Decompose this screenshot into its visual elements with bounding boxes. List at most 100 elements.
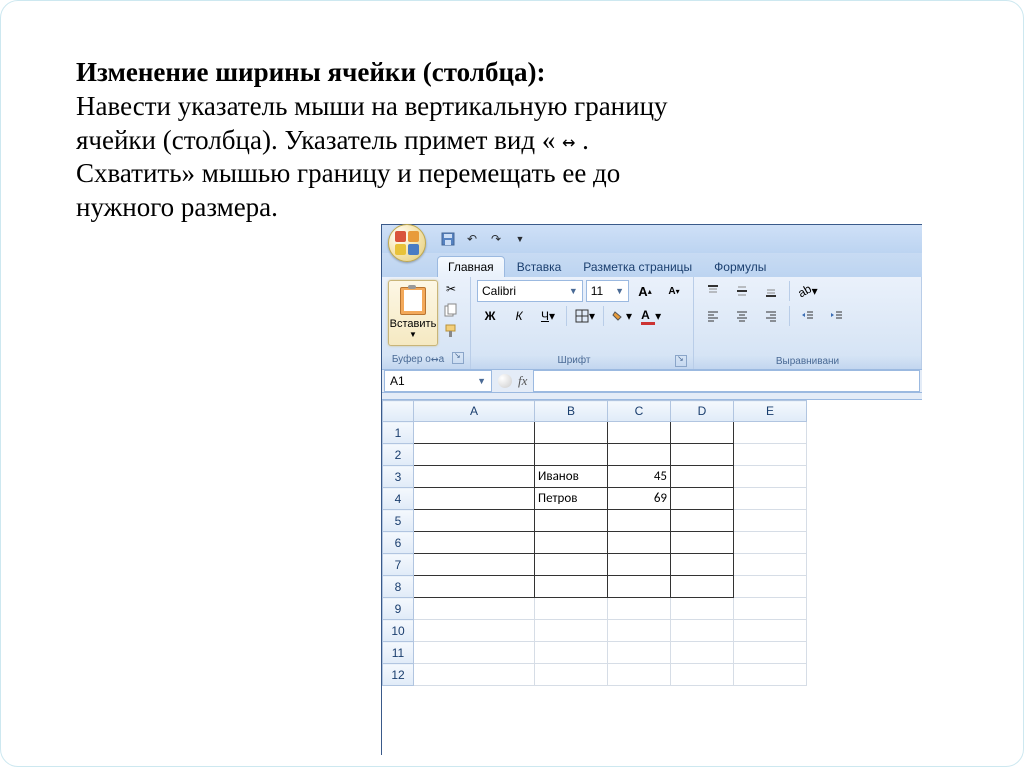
cell[interactable]: [671, 598, 734, 620]
cell-c4[interactable]: 69: [608, 488, 671, 510]
row-header[interactable]: 6: [383, 532, 414, 554]
cell[interactable]: [608, 598, 671, 620]
row-header[interactable]: 4: [383, 488, 414, 510]
save-icon[interactable]: [440, 231, 456, 247]
cell[interactable]: [734, 532, 807, 554]
row-header[interactable]: 9: [383, 598, 414, 620]
row-header[interactable]: 7: [383, 554, 414, 576]
clipboard-launcher-icon[interactable]: [452, 352, 464, 364]
cell[interactable]: [734, 554, 807, 576]
grow-font-button[interactable]: A▴: [632, 280, 658, 302]
undo-icon[interactable]: ↶: [464, 231, 480, 247]
cell[interactable]: [608, 510, 671, 532]
row-header[interactable]: 12: [383, 664, 414, 686]
cell[interactable]: [671, 466, 734, 488]
cell[interactable]: [608, 444, 671, 466]
align-top-button[interactable]: [700, 280, 726, 302]
cell[interactable]: [734, 620, 807, 642]
cell[interactable]: [414, 598, 535, 620]
orientation-button[interactable]: ab▾: [795, 280, 821, 302]
font-color-button[interactable]: A▾: [638, 305, 664, 327]
cell[interactable]: [414, 620, 535, 642]
cell[interactable]: [535, 532, 608, 554]
underline-button[interactable]: Ч▾: [535, 305, 561, 327]
row-header[interactable]: 2: [383, 444, 414, 466]
cell[interactable]: [671, 642, 734, 664]
paste-button[interactable]: Вставить ▼: [388, 280, 438, 346]
cell[interactable]: [671, 576, 734, 598]
cell[interactable]: [671, 664, 734, 686]
decrease-indent-button[interactable]: [795, 305, 821, 327]
cell[interactable]: [535, 444, 608, 466]
cell[interactable]: [734, 444, 807, 466]
cell[interactable]: [608, 422, 671, 444]
cancel-formula-icon[interactable]: [498, 374, 512, 388]
col-header-e[interactable]: E: [734, 401, 807, 422]
cell[interactable]: [535, 576, 608, 598]
cell-b3[interactable]: Иванов: [535, 466, 608, 488]
cell[interactable]: [414, 576, 535, 598]
cell[interactable]: [535, 642, 608, 664]
cell[interactable]: [734, 422, 807, 444]
font-name-combo[interactable]: Calibri▼: [477, 280, 583, 302]
cell[interactable]: [414, 642, 535, 664]
row-header[interactable]: 8: [383, 576, 414, 598]
cell[interactable]: [414, 510, 535, 532]
tab-insert[interactable]: Вставка: [507, 257, 572, 277]
borders-button[interactable]: ▾: [572, 305, 598, 327]
formula-input[interactable]: [533, 370, 920, 392]
format-painter-icon[interactable]: [442, 322, 460, 340]
cell[interactable]: [608, 664, 671, 686]
cell[interactable]: [671, 444, 734, 466]
align-right-button[interactable]: [758, 305, 784, 327]
cell[interactable]: [608, 576, 671, 598]
fill-color-button[interactable]: ▾: [609, 305, 635, 327]
cell[interactable]: [608, 620, 671, 642]
align-bottom-button[interactable]: [758, 280, 784, 302]
cell[interactable]: [414, 532, 535, 554]
cell[interactable]: [671, 488, 734, 510]
name-box[interactable]: A1 ▼: [384, 370, 492, 392]
cell[interactable]: [535, 620, 608, 642]
cut-icon[interactable]: ✂: [442, 280, 460, 298]
shrink-font-button[interactable]: A▾: [661, 280, 687, 302]
fx-icon[interactable]: fx: [518, 373, 527, 389]
cell[interactable]: [671, 532, 734, 554]
cell[interactable]: [671, 620, 734, 642]
cell[interactable]: [608, 532, 671, 554]
cell[interactable]: [734, 664, 807, 686]
bold-button[interactable]: Ж: [477, 305, 503, 327]
row-header[interactable]: 10: [383, 620, 414, 642]
cell[interactable]: [535, 664, 608, 686]
cell[interactable]: [414, 466, 535, 488]
col-header-d[interactable]: D: [671, 401, 734, 422]
cell[interactable]: [535, 510, 608, 532]
cell[interactable]: [414, 422, 535, 444]
cell-c3[interactable]: 45: [608, 466, 671, 488]
qat-dropdown-icon[interactable]: ▼: [512, 231, 528, 247]
cell[interactable]: [734, 488, 807, 510]
cell[interactable]: [671, 554, 734, 576]
cell[interactable]: [734, 576, 807, 598]
row-header[interactable]: 5: [383, 510, 414, 532]
row-header[interactable]: 3: [383, 466, 414, 488]
redo-icon[interactable]: ↷: [488, 231, 504, 247]
cell[interactable]: [414, 664, 535, 686]
copy-icon[interactable]: [442, 301, 460, 319]
align-center-button[interactable]: [729, 305, 755, 327]
tab-page-layout[interactable]: Разметка страницы: [573, 257, 702, 277]
italic-button[interactable]: К: [506, 305, 532, 327]
col-header-a[interactable]: A: [414, 401, 535, 422]
cell[interactable]: [671, 510, 734, 532]
cell[interactable]: [734, 466, 807, 488]
align-middle-button[interactable]: [729, 280, 755, 302]
cell[interactable]: [734, 510, 807, 532]
font-size-combo[interactable]: 11▼: [586, 280, 629, 302]
cell[interactable]: [414, 444, 535, 466]
cell[interactable]: [734, 642, 807, 664]
tab-home[interactable]: Главная: [437, 256, 505, 277]
cell[interactable]: [535, 598, 608, 620]
cell[interactable]: [671, 422, 734, 444]
tab-formulas[interactable]: Формулы: [704, 257, 776, 277]
cell[interactable]: [608, 642, 671, 664]
